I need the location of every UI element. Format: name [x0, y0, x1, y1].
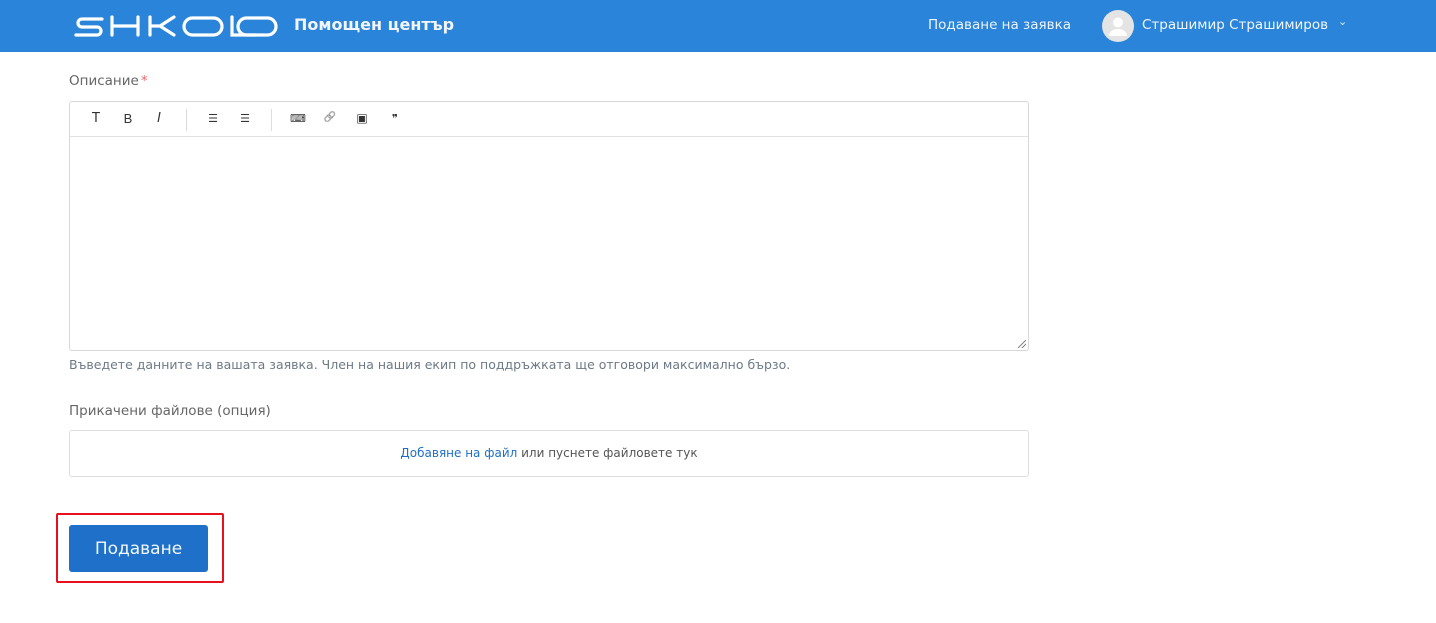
link-icon[interactable]: 🔗	[321, 112, 339, 123]
description-editor: T B I ☰ ☰ ⌨ 🔗 ▣ ❞	[69, 101, 1029, 351]
description-help-text: Въведете данните на вашата заявка. Член …	[69, 357, 791, 372]
file-dropzone[interactable]: Добавяне на файл или пуснете файловете т…	[69, 430, 1029, 477]
required-mark: *	[140, 73, 148, 89]
submit-request-link[interactable]: Подаване на заявка	[928, 17, 1071, 33]
code-icon[interactable]: ⌨	[289, 112, 307, 125]
toolbar-divider	[186, 109, 187, 131]
chevron-down-icon[interactable]: ⌄	[1338, 15, 1347, 28]
user-avatar-icon[interactable]	[1102, 10, 1134, 42]
bold-icon[interactable]: B	[119, 111, 137, 126]
top-navbar: Помощен център Подаване на заявка Страши…	[0, 0, 1436, 52]
shkolo-logo[interactable]	[74, 13, 278, 39]
numbered-list-icon[interactable]: ☰	[236, 112, 254, 125]
quote-icon[interactable]: ❞	[386, 112, 404, 125]
description-label: Описание *	[69, 73, 148, 89]
toolbar-divider	[271, 109, 272, 131]
attachments-label: Прикачени файлове (опция)	[69, 403, 271, 419]
italic-icon[interactable]: I	[150, 111, 168, 126]
user-menu[interactable]: Страшимир Страшимиров	[1142, 17, 1328, 33]
drop-hint: или пуснете файловете тук	[517, 446, 698, 460]
description-textarea[interactable]	[70, 137, 1028, 350]
submit-button[interactable]: Подаване	[69, 525, 208, 572]
add-file-link[interactable]: Добавяне на файл	[400, 446, 517, 460]
description-label-text: Описание	[69, 73, 139, 89]
app-title: Помощен център	[294, 15, 455, 34]
image-icon[interactable]: ▣	[353, 111, 371, 125]
resize-handle-icon[interactable]	[1018, 340, 1026, 348]
text-style-icon[interactable]: T	[87, 111, 105, 126]
editor-toolbar: T B I ☰ ☰ ⌨ 🔗 ▣ ❞	[70, 102, 1028, 137]
bullet-list-icon[interactable]: ☰	[204, 112, 222, 125]
